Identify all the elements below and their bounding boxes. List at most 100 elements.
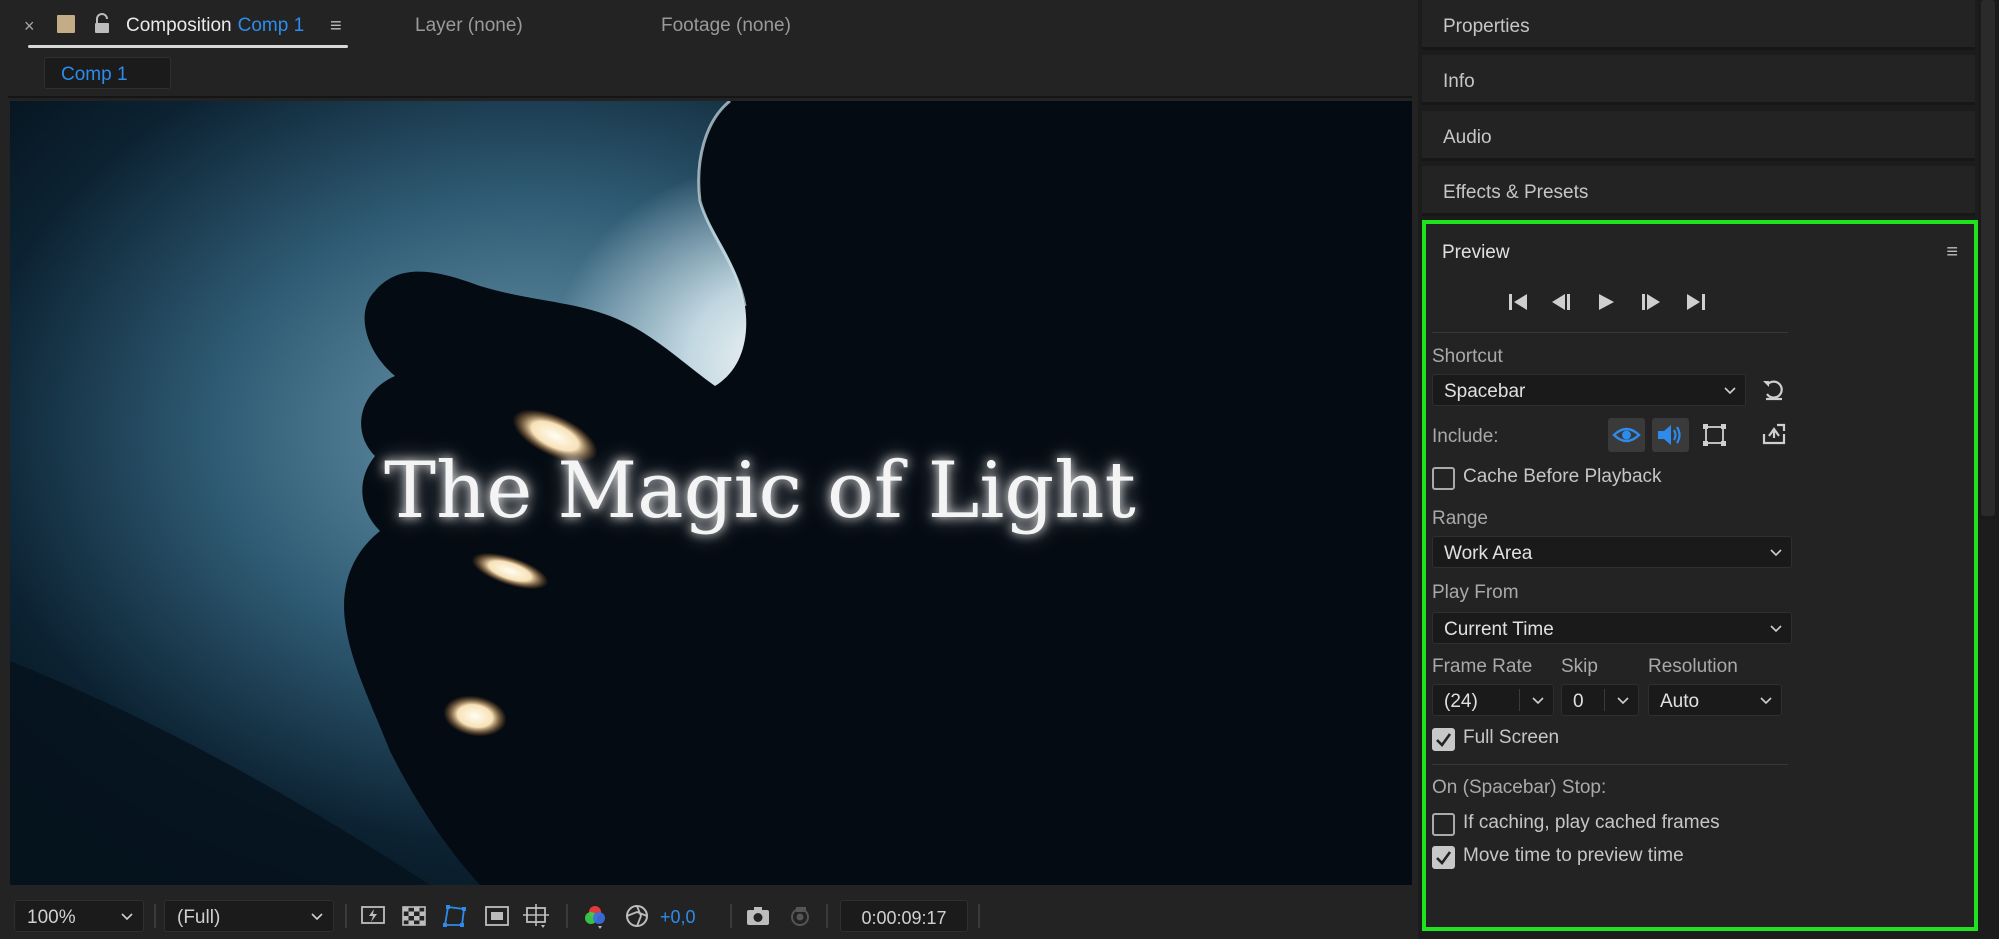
select-divider bbox=[1604, 689, 1605, 711]
first-frame-icon[interactable] bbox=[1506, 291, 1530, 313]
shortcut-value: Spacebar bbox=[1444, 381, 1526, 402]
toolbar-divider bbox=[978, 904, 980, 928]
resolution-label: Resolution bbox=[1648, 656, 1738, 677]
tab-footage[interactable]: Footage (none) bbox=[661, 15, 791, 37]
play-from-label: Play From bbox=[1432, 582, 1519, 603]
breadcrumb: Comp 1 bbox=[0, 52, 1418, 98]
resolution-select[interactable]: (Full) bbox=[164, 900, 334, 932]
breadcrumb-comp[interactable]: Comp 1 bbox=[44, 57, 171, 89]
lock-icon[interactable] bbox=[92, 13, 112, 35]
properties-panel[interactable]: Properties bbox=[1422, 0, 1975, 50]
toolbar-divider bbox=[826, 904, 828, 928]
transparency-grid-icon[interactable] bbox=[401, 903, 427, 929]
range-select[interactable]: Work Area bbox=[1432, 536, 1792, 568]
include-label: Include: bbox=[1432, 426, 1499, 447]
scrollbar-thumb[interactable] bbox=[1981, 0, 1995, 516]
play-from-value: Current Time bbox=[1444, 619, 1554, 640]
snapshot-icon[interactable] bbox=[745, 903, 771, 929]
select-divider bbox=[1519, 689, 1520, 711]
frame-rate-select[interactable]: (24) bbox=[1432, 684, 1554, 716]
shortcut-select[interactable]: Spacebar bbox=[1432, 374, 1746, 406]
audio-panel[interactable]: Audio bbox=[1422, 111, 1975, 161]
previous-frame-icon[interactable] bbox=[1549, 291, 1573, 313]
effects-presets-panel[interactable]: Effects & Presets bbox=[1422, 166, 1975, 216]
range-value: Work Area bbox=[1444, 543, 1533, 564]
show-snapshot-icon[interactable] bbox=[787, 903, 813, 929]
cache-before-playback-checkbox[interactable] bbox=[1432, 467, 1455, 490]
skip-value: 0 bbox=[1573, 691, 1584, 712]
composition-viewer[interactable]: The Magic of Light bbox=[10, 101, 1412, 885]
chevron-down-icon bbox=[1724, 387, 1736, 395]
exposure-reset-icon[interactable] bbox=[624, 903, 650, 929]
chevron-down-icon bbox=[121, 913, 133, 921]
info-panel-title: Info bbox=[1443, 71, 1475, 92]
scrollbar[interactable] bbox=[1978, 0, 1999, 520]
next-frame-icon[interactable] bbox=[1639, 291, 1663, 313]
reset-icon[interactable] bbox=[1760, 376, 1788, 404]
if-caching-checkbox[interactable] bbox=[1432, 813, 1455, 836]
composition-tab-bar: × Composition Comp 1 ≡ Layer (none) Foota… bbox=[0, 0, 1418, 52]
on-stop-label: On (Spacebar) Stop: bbox=[1432, 777, 1607, 798]
checkmark-icon bbox=[1436, 733, 1452, 747]
active-tab-indicator bbox=[28, 45, 348, 48]
chevron-down-icon bbox=[1760, 697, 1772, 705]
menu-icon[interactable]: ≡ bbox=[1946, 241, 1958, 264]
full-screen-label: Full Screen bbox=[1463, 727, 1560, 748]
play-icon[interactable] bbox=[1594, 291, 1618, 313]
play-from-select[interactable]: Current Time bbox=[1432, 612, 1792, 644]
cache-before-playback-label: Cache Before Playback bbox=[1463, 466, 1662, 487]
include-audio-toggle[interactable] bbox=[1652, 418, 1689, 452]
properties-panel-title: Properties bbox=[1443, 16, 1530, 37]
checkmark-icon bbox=[1436, 851, 1452, 865]
include-overlays-toggle[interactable] bbox=[1696, 418, 1733, 452]
region-of-interest-icon[interactable] bbox=[484, 903, 510, 929]
right-panel-column: Properties Info Audio Effects & Presets … bbox=[1422, 0, 1999, 939]
zoom-value: 100% bbox=[27, 907, 76, 928]
divider bbox=[8, 96, 1412, 98]
toolbar-divider bbox=[566, 904, 568, 928]
preview-panel-title: Preview bbox=[1442, 242, 1510, 263]
tab-layer[interactable]: Layer (none) bbox=[415, 15, 523, 37]
include-video-toggle[interactable] bbox=[1608, 418, 1645, 452]
divider bbox=[1432, 764, 1788, 765]
zoom-select[interactable]: 100% bbox=[14, 900, 144, 932]
tab-composition[interactable]: Composition Comp 1 bbox=[126, 15, 304, 37]
fast-previews-icon[interactable] bbox=[360, 903, 386, 929]
chevron-down-icon bbox=[311, 913, 323, 921]
current-time-display[interactable]: 0:00:09:17 bbox=[840, 900, 968, 932]
toolbar-divider bbox=[345, 904, 347, 928]
frame-rate-value: (24) bbox=[1444, 691, 1478, 712]
toolbar-divider bbox=[154, 904, 156, 928]
preview-panel: Preview ≡ Shortcut Spacebar Include: Cac… bbox=[1422, 220, 1978, 931]
exposure-value[interactable]: +0,0 bbox=[660, 907, 696, 928]
chevron-down-icon bbox=[1770, 625, 1782, 633]
label-color-swatch[interactable] bbox=[57, 15, 75, 33]
audio-panel-title: Audio bbox=[1443, 127, 1492, 148]
composition-panel: × Composition Comp 1 ≡ Layer (none) Foota… bbox=[0, 0, 1418, 939]
speaker-icon bbox=[1658, 425, 1681, 445]
info-panel[interactable]: Info bbox=[1422, 55, 1975, 105]
skip-label: Skip bbox=[1561, 656, 1598, 677]
toolbar-divider bbox=[730, 904, 732, 928]
last-frame-icon[interactable] bbox=[1684, 291, 1708, 313]
move-time-label: Move time to preview time bbox=[1463, 845, 1684, 866]
export-icon[interactable] bbox=[1760, 420, 1788, 448]
resolution-select[interactable]: Auto bbox=[1648, 684, 1782, 716]
resolution-value: Auto bbox=[1660, 691, 1700, 712]
viewer-toolbar: 100% (Full) +0,0 0:00:09:17 bbox=[0, 892, 1418, 939]
close-icon[interactable]: × bbox=[24, 16, 35, 37]
title-text-layer: The Magic of Light bbox=[384, 446, 1136, 536]
chevron-down-icon bbox=[1617, 697, 1629, 705]
full-screen-checkbox[interactable] bbox=[1432, 728, 1455, 751]
color-channels-icon[interactable] bbox=[582, 903, 608, 929]
move-time-checkbox[interactable] bbox=[1432, 846, 1455, 869]
menu-icon[interactable]: ≡ bbox=[330, 15, 342, 38]
guides-icon[interactable] bbox=[523, 903, 549, 929]
skip-select[interactable]: 0 bbox=[1561, 684, 1639, 716]
effects-presets-panel-title: Effects & Presets bbox=[1443, 182, 1589, 203]
frame-rate-label: Frame Rate bbox=[1432, 656, 1533, 677]
if-caching-label: If caching, play cached frames bbox=[1463, 812, 1720, 833]
chevron-down-icon bbox=[1770, 549, 1782, 557]
mask-path-icon[interactable] bbox=[441, 903, 467, 929]
eye-icon bbox=[1612, 427, 1641, 443]
